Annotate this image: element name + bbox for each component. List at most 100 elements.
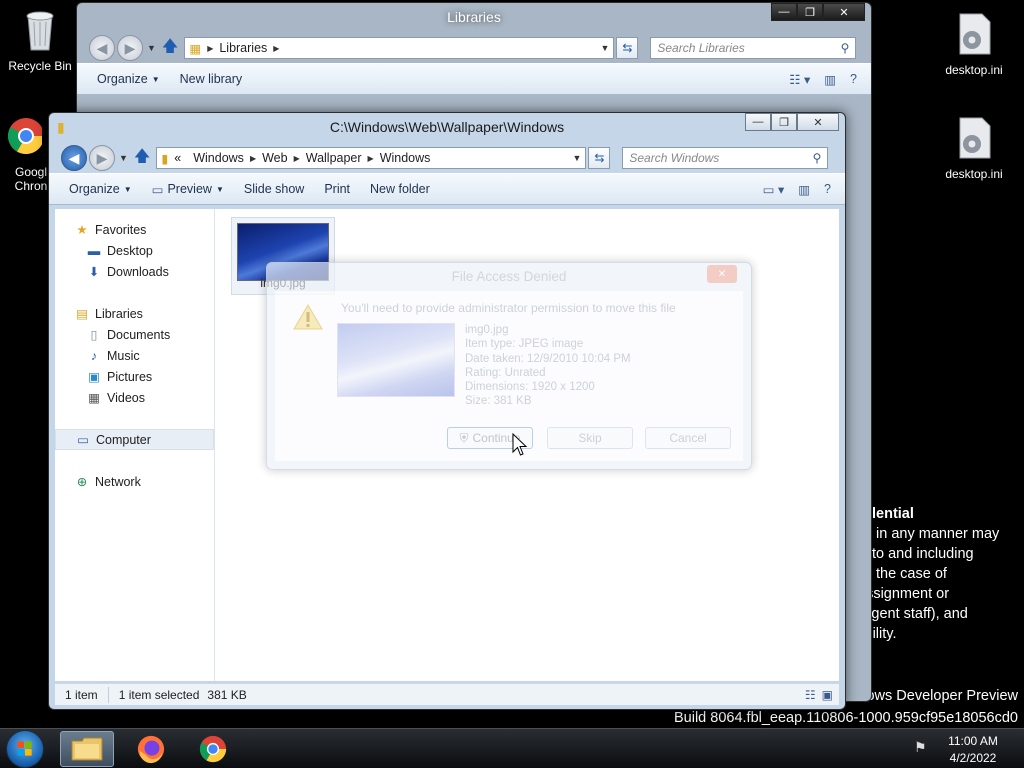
settings-file-icon (959, 13, 991, 55)
view-options-icon[interactable]: ▭ ▾ (763, 182, 785, 197)
maximize-button[interactable]: ❐ (771, 113, 797, 131)
confidential-line: in any manner may (876, 526, 1000, 542)
breadcrumb-arrow-icon[interactable]: ▶ (368, 154, 374, 163)
minimize-button[interactable]: — (771, 3, 797, 21)
help-icon[interactable]: ? (850, 72, 857, 86)
nav-label: Libraries (95, 306, 143, 321)
address-dropdown-icon[interactable]: ▼ (600, 43, 609, 53)
date-taken: Date taken: 12/9/2010 10:04 PM (465, 352, 631, 365)
breadcrumb-arrow-icon: ▶ (207, 43, 214, 53)
nav-videos[interactable]: ▦ Videos (55, 387, 214, 408)
new-folder-button[interactable]: New folder (360, 182, 440, 196)
file-access-denied-dialog[interactable]: File Access Denied ✕ You'll need to prov… (266, 262, 752, 470)
network-icon: ⊕ (76, 475, 88, 489)
nav-pictures[interactable]: ▣ Pictures (55, 366, 214, 387)
back-button[interactable]: ◀ (89, 35, 115, 61)
breadcrumb-libraries[interactable]: Libraries (219, 41, 267, 55)
preview-pane-icon[interactable]: ▥ (824, 72, 836, 87)
breadcrumb-wallpaper[interactable]: Wallpaper (306, 151, 362, 165)
rating: Rating: Unrated (465, 366, 546, 379)
recent-pages-dropdown[interactable]: ▼ (119, 153, 128, 163)
explorer-address-bar[interactable]: ▮ « Windows ▶ Web ▶ Wallpaper ▶ Windows … (156, 147, 587, 169)
file-name: img0.jpg (465, 324, 509, 336)
minimize-button[interactable]: — (745, 113, 771, 131)
taskbar-firefox-button[interactable] (124, 731, 178, 767)
up-arrow-icon[interactable]: 🡅 (162, 35, 178, 62)
refresh-button[interactable]: ⇆ (616, 37, 639, 59)
large-icons-view-icon[interactable]: ▣ (822, 688, 833, 702)
close-button[interactable]: ✕ (797, 113, 839, 131)
libraries-folder-icon: ▦ (189, 41, 202, 56)
close-button[interactable]: ✕ (823, 3, 865, 21)
item-type: Item type: JPEG image (465, 338, 584, 351)
confidential-line: to and including (872, 546, 974, 562)
desktop-ini-icon-1[interactable]: desktop.ini (934, 12, 1014, 77)
refresh-button[interactable]: ⇆ (588, 147, 611, 169)
nav-label: Documents (107, 327, 171, 342)
firefox-icon (137, 735, 165, 764)
star-icon: ★ (76, 223, 88, 237)
recycle-bin-desktop-icon[interactable]: Recycle Bin (0, 8, 80, 73)
forward-button[interactable]: ▶ (89, 145, 115, 171)
up-arrow-icon[interactable]: 🡅 (134, 145, 150, 172)
nav-libraries[interactable]: ▤ Libraries (55, 303, 214, 324)
confidential-line: ntingent staff), and (848, 606, 968, 622)
close-button[interactable]: ✕ (707, 265, 737, 283)
breadcrumb-windows[interactable]: Windows (193, 151, 244, 165)
warning-icon (293, 304, 323, 330)
nav-music[interactable]: ♪ Music (55, 345, 214, 366)
breadcrumb-windows-current[interactable]: Windows (380, 151, 431, 165)
recycle-bin-icon (26, 11, 54, 51)
print-button[interactable]: Print (314, 182, 360, 196)
breadcrumb-arrow-icon[interactable]: ▶ (294, 154, 300, 163)
preview-pane-icon[interactable]: ▥ (798, 182, 810, 197)
nav-downloads[interactable]: ⬇ Downloads (55, 261, 214, 282)
nav-favorites[interactable]: ★ Favorites (55, 219, 214, 240)
nav-label: Pictures (107, 369, 153, 384)
explorer-search-input[interactable]: Search Windows ⚲ (622, 147, 829, 169)
libraries-icon: ▤ (76, 307, 88, 321)
details-view-icon[interactable]: ☷ (805, 688, 816, 702)
taskbar-explorer-button[interactable] (60, 731, 114, 767)
desktop-ini-icon-2[interactable]: desktop.ini (934, 116, 1014, 181)
new-library-button[interactable]: New library (170, 72, 253, 86)
chevron-down-icon: ▼ (215, 184, 224, 194)
address-dropdown-icon[interactable]: ▼ (572, 153, 581, 163)
libraries-address-bar[interactable]: ▦ ▶ Libraries ▶ ▼ (184, 37, 615, 59)
libraries-search-input[interactable]: Search Libraries ⚲ (650, 37, 857, 59)
clock-date: 4/2/2022 (949, 751, 997, 765)
organize-button[interactable]: Organize ▼ (87, 72, 170, 86)
breadcrumb-web[interactable]: Web (262, 151, 287, 165)
preview-button[interactable]: ▭ Preview ▼ (142, 182, 234, 197)
forward-button[interactable]: ▶ (117, 35, 143, 61)
image-preview (337, 323, 455, 397)
maximize-button[interactable]: ❐ (797, 3, 823, 21)
cancel-button[interactable]: Cancel (645, 427, 731, 449)
recent-pages-dropdown[interactable]: ▼ (147, 43, 156, 53)
libraries-title-bar[interactable]: Libraries — ❐ ✕ (77, 3, 871, 33)
nav-computer[interactable]: ▭ Computer (55, 429, 214, 450)
confidential-line: liability. (850, 626, 897, 642)
slideshow-button[interactable]: Slide show (234, 182, 314, 196)
explorer-title-bar[interactable]: ▮ C:\Windows\Web\Wallpaper\Windows — ❐ ✕ (49, 113, 845, 143)
skip-button[interactable]: Skip (547, 427, 633, 449)
back-button[interactable]: ◀ (61, 145, 87, 171)
nav-documents[interactable]: ▯ Documents (55, 324, 214, 345)
system-clock[interactable]: 11:00 AM 4/2/2022 (940, 733, 1006, 767)
settings-file-icon (959, 117, 991, 159)
help-icon[interactable]: ? (824, 182, 831, 196)
view-options-icon[interactable]: ☷ ▾ (789, 72, 810, 87)
organize-button[interactable]: Organize ▼ (59, 182, 142, 196)
breadcrumb-arrow-icon[interactable]: ▶ (250, 154, 256, 163)
nav-label: Desktop (107, 243, 153, 258)
action-center-flag-icon[interactable]: ⚑ (914, 739, 927, 756)
breadcrumb-arrow-icon[interactable]: ▶ (273, 44, 279, 53)
start-button[interactable] (6, 730, 44, 768)
nav-network[interactable]: ⊕ Network (55, 471, 214, 492)
new-folder-label: New folder (370, 182, 430, 196)
taskbar-chrome-button[interactable] (186, 731, 240, 767)
music-icon: ♪ (90, 348, 98, 363)
breadcrumb-overflow[interactable]: « (174, 151, 181, 165)
chrome-desktop-icon[interactable]: Googl Chron (0, 114, 52, 193)
nav-desktop[interactable]: ▬ Desktop (55, 240, 214, 261)
